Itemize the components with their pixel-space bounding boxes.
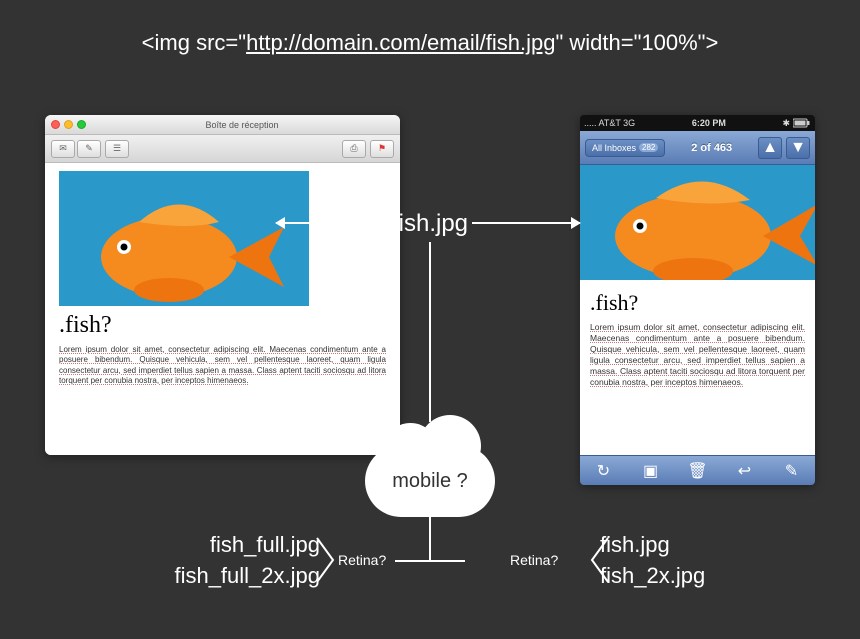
goldfish-icon <box>69 182 299 306</box>
code-url: http://domain.com/email/fish.jpg <box>246 30 555 55</box>
toolbar-flag-button[interactable]: ⚑ <box>370 140 394 158</box>
bottom-toolbar: ↻ ▣ 🗑 ↩ ✎ <box>580 455 815 485</box>
email-heading: .fish? <box>59 312 386 339</box>
toolbar-get-mail-button[interactable]: ✉ <box>51 140 75 158</box>
code-suffix: " width="100%"> <box>555 30 718 55</box>
refresh-icon[interactable]: ↻ <box>595 462 613 480</box>
carrier-label: ..... AT&T 3G <box>584 118 635 128</box>
nav-title: 2 of 463 <box>669 142 754 154</box>
flow-hline <box>395 560 465 562</box>
window-toolbar: ✉ ✎ ☰ ⎙ ⚑ <box>45 135 400 163</box>
flow-vline-bottom <box>429 517 431 560</box>
email-heading: .fish? <box>590 290 805 316</box>
retina-label-left: Retina? <box>338 552 386 568</box>
compose-icon[interactable]: ✎ <box>783 462 801 480</box>
flow-vline-top <box>429 242 431 422</box>
mobile-decision-cloud: mobile ? <box>365 445 495 517</box>
folder-icon[interactable]: ▣ <box>642 462 660 480</box>
trash-icon[interactable]: 🗑 <box>689 462 707 480</box>
desktop-output-files: fish_full.jpg fish_full_2x.jpg <box>40 530 320 592</box>
reply-icon[interactable]: ↩ <box>736 462 754 480</box>
cloud-label: mobile ? <box>365 445 495 517</box>
file-label: fish_full_2x.jpg <box>40 561 320 592</box>
email-image <box>580 165 815 280</box>
goldfish-icon <box>580 166 815 280</box>
minimize-icon[interactable] <box>64 120 73 129</box>
next-message-button[interactable]: ▼ <box>786 137 810 159</box>
window-titlebar: Boîte de réception <box>45 115 400 135</box>
prev-message-button[interactable]: ▲ <box>758 137 782 159</box>
close-icon[interactable] <box>51 120 60 129</box>
arrow-to-desktop <box>276 222 386 224</box>
email-image <box>59 171 309 306</box>
toolbar-button[interactable]: ☰ <box>105 140 129 158</box>
back-label: All Inboxes <box>592 143 636 153</box>
back-button[interactable]: All Inboxes 282 <box>585 139 665 157</box>
status-bar: ..... AT&T 3G 6:20 PM ✱ <box>580 115 815 131</box>
zoom-icon[interactable] <box>77 120 86 129</box>
mobile-output-files: fish.jpg fish_2x.jpg <box>600 530 820 592</box>
window-traffic-lights <box>51 120 86 129</box>
nav-bar: All Inboxes 282 2 of 463 ▲ ▼ <box>580 131 815 165</box>
email-body-text: Lorem ipsum dolor sit amet, consectetur … <box>590 322 805 388</box>
bluetooth-icon: ✱ <box>782 118 790 129</box>
retina-label-right: Retina? <box>510 552 558 568</box>
email-body-text: Lorem ipsum dolor sit amet, consectetur … <box>59 345 386 387</box>
toolbar-print-button[interactable]: ⎙ <box>342 140 366 158</box>
window-title: Boîte de réception <box>90 120 394 130</box>
mail-content: .fish? Lorem ipsum dolor sit amet, conse… <box>45 163 400 455</box>
back-badge: 282 <box>639 143 658 152</box>
arrow-to-phone <box>472 222 580 224</box>
iphone-mail: ..... AT&T 3G 6:20 PM ✱ All Inboxes 282 … <box>580 115 815 485</box>
code-prefix: <img src=" <box>142 30 246 55</box>
file-label: fish.jpg <box>600 530 820 561</box>
mail-content: .fish? Lorem ipsum dolor sit amet, conse… <box>580 165 815 455</box>
file-label: fish_2x.jpg <box>600 561 820 592</box>
toolbar-compose-button[interactable]: ✎ <box>77 140 101 158</box>
source-file-label: fish.jpg <box>392 210 468 238</box>
img-tag-code: <img src="http://domain.com/email/fish.j… <box>0 30 860 56</box>
battery-icon <box>793 118 811 128</box>
desktop-mail-window: Boîte de réception ✉ ✎ ☰ ⎙ ⚑ .fish? <box>45 115 400 455</box>
file-label: fish_full.jpg <box>40 530 320 561</box>
clock-label: 6:20 PM <box>638 118 779 128</box>
